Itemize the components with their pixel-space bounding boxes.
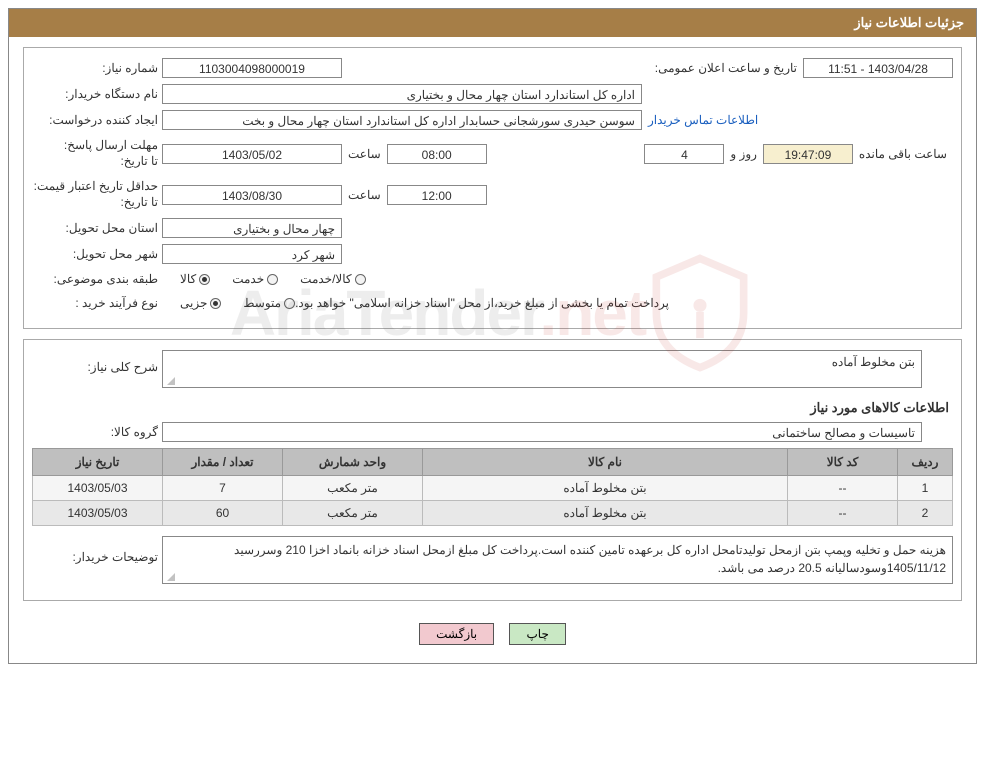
- table-cell: --: [788, 476, 898, 501]
- radio-medium[interactable]: متوسط: [225, 296, 295, 310]
- col-qty: تعداد / مقدار: [163, 449, 283, 476]
- requester-label: ایجاد کننده درخواست:: [32, 111, 162, 129]
- table-cell: متر مکعب: [283, 476, 423, 501]
- radio-dot-icon: [199, 274, 210, 285]
- need-no-value: 1103004098000019: [162, 58, 342, 78]
- goods-table: ردیف کد کالا نام کالا واحد شمارش تعداد /…: [32, 448, 953, 526]
- radio-service[interactable]: خدمت: [214, 272, 278, 286]
- table-row: 2--بتن مخلوط آمادهمتر مکعب601403/05/03: [33, 501, 953, 526]
- need-details-section: شماره نیاز: 1103004098000019 تاریخ و ساع…: [23, 47, 962, 329]
- need-description-section: شرح کلی نیاز: بتن مخلوط آماده اطلاعات کا…: [23, 339, 962, 601]
- table-cell: --: [788, 501, 898, 526]
- radio-dot-icon: [355, 274, 366, 285]
- remain-label: ساعت باقی مانده: [853, 145, 953, 163]
- radio-partial[interactable]: جزیی: [162, 296, 221, 310]
- table-cell: بتن مخلوط آماده: [423, 476, 788, 501]
- goods-group-value: تاسیسات و مصالح ساختمانی: [162, 422, 922, 442]
- announce-value: 1403/04/28 - 11:51: [803, 58, 953, 78]
- page-title: جزئیات اطلاعات نیاز: [854, 15, 964, 30]
- remain-time-value: 19:47:09: [763, 144, 853, 164]
- page-header: جزئیات اطلاعات نیاز: [9, 9, 976, 37]
- requester-value: سوسن حیدری سورشجانی حسابدار اداره کل است…: [162, 110, 642, 130]
- need-desc-text: بتن مخلوط آماده: [832, 355, 915, 369]
- table-cell: 2: [898, 501, 953, 526]
- table-row: 1--بتن مخلوط آمادهمتر مکعب71403/05/03: [33, 476, 953, 501]
- radio-goods[interactable]: کالا: [162, 272, 210, 286]
- reply-deadline-label: مهلت ارسال پاسخ: تا تاریخ:: [32, 136, 162, 171]
- radio-dot-icon: [210, 298, 221, 309]
- table-cell: 1403/05/03: [33, 476, 163, 501]
- price-valid-label: حداقل تاریخ اعتبار قیمت: تا تاریخ:: [32, 177, 162, 212]
- table-cell: 1: [898, 476, 953, 501]
- subject-cls-label: طبقه بندی موضوعی:: [32, 270, 162, 288]
- table-header-row: ردیف کد کالا نام کالا واحد شمارش تعداد /…: [33, 449, 953, 476]
- radio-goods-service[interactable]: کالا/خدمت: [282, 272, 365, 286]
- delivery-prov-label: استان محل تحویل:: [32, 219, 162, 237]
- buyer-notes-text: هزینه حمل و تخلیه وپمپ بتن ازمحل تولیدتا…: [234, 543, 946, 575]
- subject-cls-radios: کالا خدمت کالا/خدمت: [162, 272, 366, 286]
- table-cell: متر مکعب: [283, 501, 423, 526]
- table-cell: بتن مخلوط آماده: [423, 501, 788, 526]
- delivery-city-label: شهر محل تحویل:: [32, 245, 162, 263]
- button-row: چاپ بازگشت: [9, 611, 976, 663]
- contact-buyer-link[interactable]: اطلاعات تماس خریدار: [642, 113, 764, 127]
- col-row: ردیف: [898, 449, 953, 476]
- resize-handle-icon[interactable]: [165, 375, 175, 385]
- goods-info-header: اطلاعات کالاهای مورد نیاز: [32, 394, 953, 422]
- need-desc-textarea[interactable]: بتن مخلوط آماده: [162, 350, 922, 388]
- days-count-value: 4: [644, 144, 724, 164]
- reply-time-value: 08:00: [387, 144, 487, 164]
- radio-dot-icon: [267, 274, 278, 285]
- col-code: کد کالا: [788, 449, 898, 476]
- col-name: نام کالا: [423, 449, 788, 476]
- back-button[interactable]: بازگشت: [419, 623, 494, 645]
- purchase-type-label: نوع فرآیند خرید :: [32, 294, 162, 312]
- print-button[interactable]: چاپ: [509, 623, 565, 645]
- time-label-1: ساعت: [342, 145, 387, 163]
- buyer-notes-textarea[interactable]: هزینه حمل و تخلیه وپمپ بتن ازمحل تولیدتا…: [162, 536, 953, 584]
- purchase-type-radios: جزیی متوسط: [162, 296, 295, 310]
- delivery-prov-value: چهار محال و بختیاری: [162, 218, 342, 238]
- announce-label: تاریخ و ساعت اعلان عمومی:: [649, 59, 803, 77]
- buyer-notes-label: توضیحات خریدار:: [32, 536, 162, 566]
- time-label-2: ساعت: [342, 186, 387, 204]
- purchase-note: پرداخت تمام یا بخشی از مبلغ خرید،از محل …: [295, 296, 699, 310]
- need-desc-label: شرح کلی نیاز:: [32, 350, 162, 376]
- resize-handle-icon[interactable]: [165, 571, 175, 581]
- col-need-date: تاریخ نیاز: [33, 449, 163, 476]
- delivery-city-value: شهر کرد: [162, 244, 342, 264]
- buyer-org-label: نام دستگاه خریدار:: [32, 85, 162, 103]
- col-unit: واحد شمارش: [283, 449, 423, 476]
- days-and-label: روز و: [724, 145, 763, 163]
- price-valid-date-value: 1403/08/30: [162, 185, 342, 205]
- reply-date-value: 1403/05/02: [162, 144, 342, 164]
- radio-dot-icon: [284, 298, 295, 309]
- need-no-label: شماره نیاز:: [32, 59, 162, 77]
- table-cell: 1403/05/03: [33, 501, 163, 526]
- goods-group-label: گروه کالا:: [32, 423, 162, 441]
- price-valid-time-value: 12:00: [387, 185, 487, 205]
- table-cell: 7: [163, 476, 283, 501]
- table-cell: 60: [163, 501, 283, 526]
- buyer-org-value: اداره کل استاندارد استان چهار محال و بخت…: [162, 84, 642, 104]
